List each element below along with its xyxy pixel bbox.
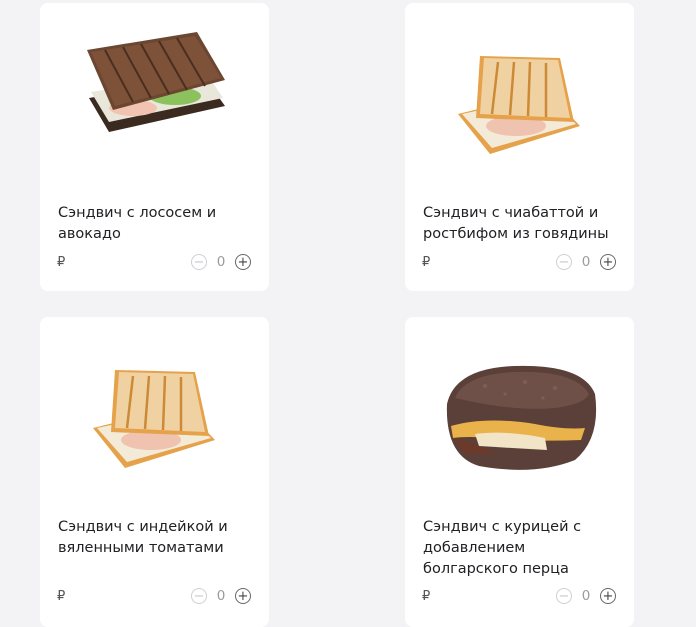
quantity-stepper: − 0 + <box>191 254 251 270</box>
product-title[interactable]: Сэндвич с лососем и авокадо <box>58 203 258 245</box>
minus-icon[interactable]: − <box>191 588 207 604</box>
product-card[interactable]: Сэндвич с лососем и авокадо ₽ − 0 + <box>40 3 269 291</box>
minus-icon[interactable]: − <box>556 254 572 270</box>
quantity-value: 0 <box>581 254 591 270</box>
product-card[interactable]: Сэндвич с индейкой и вяленными томатами … <box>40 317 269 627</box>
plus-icon[interactable]: + <box>235 588 251 604</box>
quantity-stepper: − 0 + <box>556 588 616 604</box>
product-title[interactable]: Сэндвич с курицей с добавлением болгарск… <box>423 517 623 580</box>
plus-icon[interactable]: + <box>600 588 616 604</box>
plus-icon[interactable]: + <box>235 254 251 270</box>
quantity-stepper: − 0 + <box>191 588 251 604</box>
product-card[interactable]: Сэндвич с чиабаттой и ростбифом из говяд… <box>405 3 634 291</box>
price-currency: ₽ <box>422 255 431 270</box>
price-currency: ₽ <box>57 255 66 270</box>
price-currency: ₽ <box>57 589 66 604</box>
product-image-ciabatta-roastbeef-sandwich[interactable] <box>405 3 634 193</box>
product-title[interactable]: Сэндвич с чиабаттой и ростбифом из говяд… <box>423 203 623 245</box>
product-image-turkey-tomato-sandwich[interactable] <box>40 317 269 507</box>
minus-icon[interactable]: − <box>191 254 207 270</box>
product-title[interactable]: Сэндвич с индейкой и вяленными томатами <box>58 517 258 559</box>
minus-icon[interactable]: − <box>556 588 572 604</box>
quantity-stepper: − 0 + <box>556 254 616 270</box>
quantity-value: 0 <box>581 588 591 604</box>
price-currency: ₽ <box>422 589 431 604</box>
product-card[interactable]: Сэндвич с курицей с добавлением болгарск… <box>405 317 634 627</box>
product-image-chicken-pepper-sandwich[interactable] <box>405 317 634 507</box>
quantity-value: 0 <box>216 254 226 270</box>
quantity-value: 0 <box>216 588 226 604</box>
plus-icon[interactable]: + <box>600 254 616 270</box>
product-image-salmon-avocado-sandwich[interactable] <box>40 3 269 193</box>
